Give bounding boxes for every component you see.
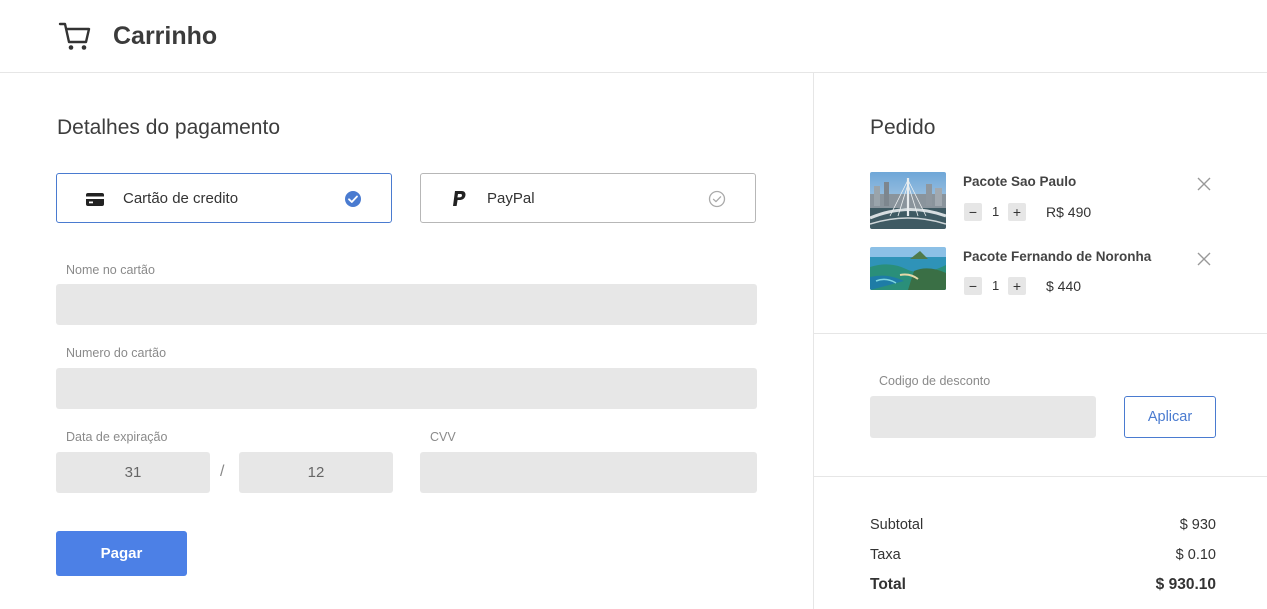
payment-option-paypal[interactable]: PayPal bbox=[420, 173, 756, 223]
cvv-label: CVV bbox=[430, 430, 456, 444]
card-number-label: Numero do cartão bbox=[66, 346, 167, 360]
quantity-increase-button[interactable]: + bbox=[1008, 277, 1026, 295]
cvv-input[interactable] bbox=[420, 452, 757, 493]
subtotal-value: $ 930 bbox=[1179, 517, 1216, 533]
order-item-price: $ 440 bbox=[1046, 278, 1082, 294]
card-name-input[interactable] bbox=[56, 284, 757, 325]
discount-label: Codigo de desconto bbox=[879, 374, 991, 388]
discount-code-input[interactable] bbox=[870, 396, 1096, 438]
pay-button[interactable]: Pagar bbox=[56, 531, 187, 576]
payment-option-label: Cartão de credito bbox=[123, 190, 239, 207]
column-divider bbox=[813, 73, 814, 609]
quantity-increase-button[interactable]: + bbox=[1008, 203, 1026, 221]
card-name-label: Nome no cartão bbox=[66, 263, 155, 277]
divider bbox=[814, 476, 1267, 477]
tax-value: $ 0.10 bbox=[1175, 547, 1216, 563]
total-label: Total bbox=[870, 576, 906, 593]
order-title: Pedido bbox=[870, 116, 936, 139]
order-item-name: Pacote Fernando de Noronha bbox=[963, 249, 1152, 264]
divider bbox=[814, 333, 1267, 334]
sao-paulo-bridge-photo bbox=[870, 172, 946, 229]
order-item-price: R$ 490 bbox=[1046, 204, 1092, 220]
close-icon[interactable] bbox=[1196, 251, 1212, 267]
payment-option-credit-card[interactable]: Cartão de credito bbox=[56, 173, 392, 223]
header: Carrinho bbox=[0, 0, 1267, 73]
expiry-month-input[interactable] bbox=[239, 452, 393, 493]
quantity-value: 1 bbox=[992, 204, 1000, 219]
check-circle-outline-icon bbox=[708, 190, 726, 208]
subtotal-label: Subtotal bbox=[870, 517, 924, 533]
close-icon[interactable] bbox=[1196, 176, 1212, 192]
expiry-label: Data de expiração bbox=[66, 430, 168, 444]
order-item-name: Pacote Sao Paulo bbox=[963, 174, 1077, 189]
card-number-input[interactable] bbox=[56, 368, 757, 409]
quantity-decrease-button[interactable]: − bbox=[964, 277, 982, 295]
noronha-beach-photo bbox=[870, 247, 946, 290]
quantity-value: 1 bbox=[992, 278, 1000, 293]
check-circle-icon bbox=[345, 191, 361, 207]
payment-title: Detalhes do pagamento bbox=[57, 116, 280, 139]
tax-label: Taxa bbox=[870, 547, 901, 563]
expiry-separator: / bbox=[220, 463, 225, 480]
apply-discount-button[interactable]: Aplicar bbox=[1124, 396, 1216, 438]
payment-option-label: PayPal bbox=[487, 190, 535, 207]
page-title: Carrinho bbox=[113, 22, 218, 50]
paypal-icon bbox=[453, 191, 466, 206]
expiry-day-input[interactable] bbox=[56, 452, 210, 493]
cart-icon[interactable] bbox=[58, 20, 92, 52]
quantity-decrease-button[interactable]: − bbox=[964, 203, 982, 221]
total-value: $ 930.10 bbox=[1155, 576, 1216, 593]
credit-card-icon bbox=[86, 193, 104, 206]
